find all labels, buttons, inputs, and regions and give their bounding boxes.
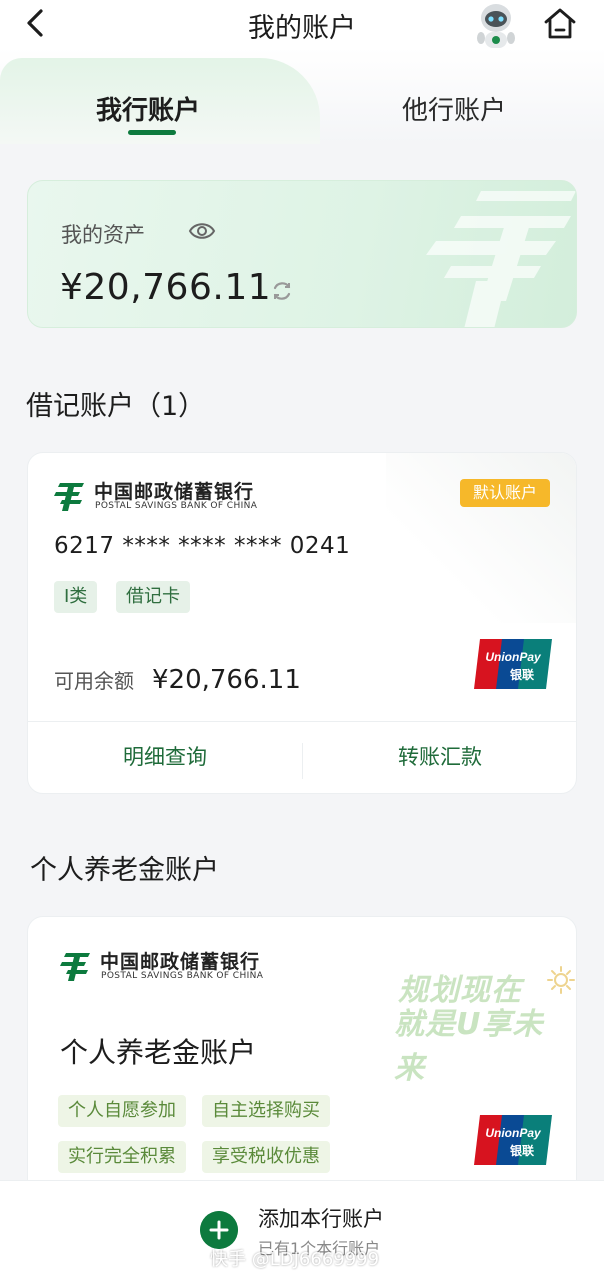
- unionpay-logo-icon: UnionPay 银联: [474, 1115, 552, 1165]
- refresh-icon[interactable]: [270, 279, 294, 303]
- debit-section-title: 借记账户（1）: [26, 391, 206, 422]
- add-account-label[interactable]: 添加本行账户: [258, 1203, 384, 1233]
- psbc-logo-icon: [54, 483, 84, 511]
- unionpay-cn-text: 银联: [510, 667, 534, 682]
- unionpay-logo-icon: UnionPay 银联: [474, 639, 552, 689]
- psbc-logo-icon: [60, 953, 90, 981]
- card-class-tag: I类: [54, 581, 98, 613]
- top-bar: 我的账户: [0, 0, 604, 48]
- tab-other-bank-accounts[interactable]: 他行账户: [402, 90, 506, 127]
- pension-section-title: 个人养老金账户: [30, 855, 219, 886]
- balance-label: 可用余额: [54, 669, 134, 693]
- assets-label: 我的资产: [61, 223, 145, 247]
- add-account-bar[interactable]: 添加本行账户 已有1个本行账户 快手 @LDJ6669999: [0, 1180, 604, 1280]
- transaction-details-button[interactable]: 明细查询: [28, 741, 302, 771]
- card-number: 6217 **** **** **** 0241: [54, 533, 351, 559]
- unionpay-cn-text: 银联: [510, 1143, 534, 1158]
- pension-slogan: 规划现在 就是U享未来: [368, 965, 575, 1086]
- bank-name-en: POSTAL SAVINGS BANK OF CHINA: [95, 501, 258, 511]
- unionpay-en-text: UnionPay: [485, 650, 542, 664]
- plus-icon[interactable]: [200, 1211, 238, 1249]
- pension-feature-tag: 享受税收优惠: [202, 1141, 330, 1173]
- home-icon[interactable]: [540, 4, 580, 44]
- balance-value: ¥20,766.11: [152, 665, 301, 695]
- pension-account-title: 个人养老金账户: [60, 1036, 257, 1069]
- transfer-button[interactable]: 转账汇款: [303, 741, 576, 771]
- pension-feature-tag: 个人自愿参加: [58, 1095, 186, 1127]
- eye-icon[interactable]: [188, 219, 216, 243]
- bank-name-en: POSTAL SAVINGS BANK OF CHINA: [101, 971, 264, 981]
- pension-feature-tag: 自主选择购买: [202, 1095, 330, 1127]
- pension-feature-tag: 实行完全积累: [58, 1141, 186, 1173]
- total-assets-card: 我的资产 ¥20,766.11: [27, 180, 577, 328]
- card-divider: [28, 721, 576, 722]
- active-tab-indicator: [128, 130, 176, 135]
- postal-logo-watermark-icon: [426, 191, 576, 327]
- sun-icon: [547, 966, 575, 994]
- bank-name-cn: 中国邮政储蓄银行: [100, 951, 261, 973]
- tab-own-bank-accounts[interactable]: 我行账户: [96, 90, 200, 127]
- pension-card[interactable]: 中国邮政储蓄银行 POSTAL SAVINGS BANK OF CHINA 规划…: [27, 916, 577, 1216]
- unionpay-en-text: UnionPay: [485, 1126, 542, 1140]
- total-assets-amount: ¥20,766.11: [60, 267, 272, 308]
- bank-name-cn: 中国邮政储蓄银行: [94, 481, 255, 503]
- video-watermark: 快手 @LDJ6669999: [210, 1249, 380, 1270]
- slogan-line-2: 就是U享未来: [394, 1007, 544, 1086]
- card-type-tag: 借记卡: [116, 581, 190, 613]
- debit-card[interactable]: 中国邮政储蓄银行 POSTAL SAVINGS BANK OF CHINA 默认…: [27, 452, 577, 794]
- assistant-robot-icon[interactable]: [470, 0, 522, 50]
- default-account-badge: 默认账户: [460, 479, 550, 507]
- account-tabs: 我行账户 他行账户: [0, 48, 604, 144]
